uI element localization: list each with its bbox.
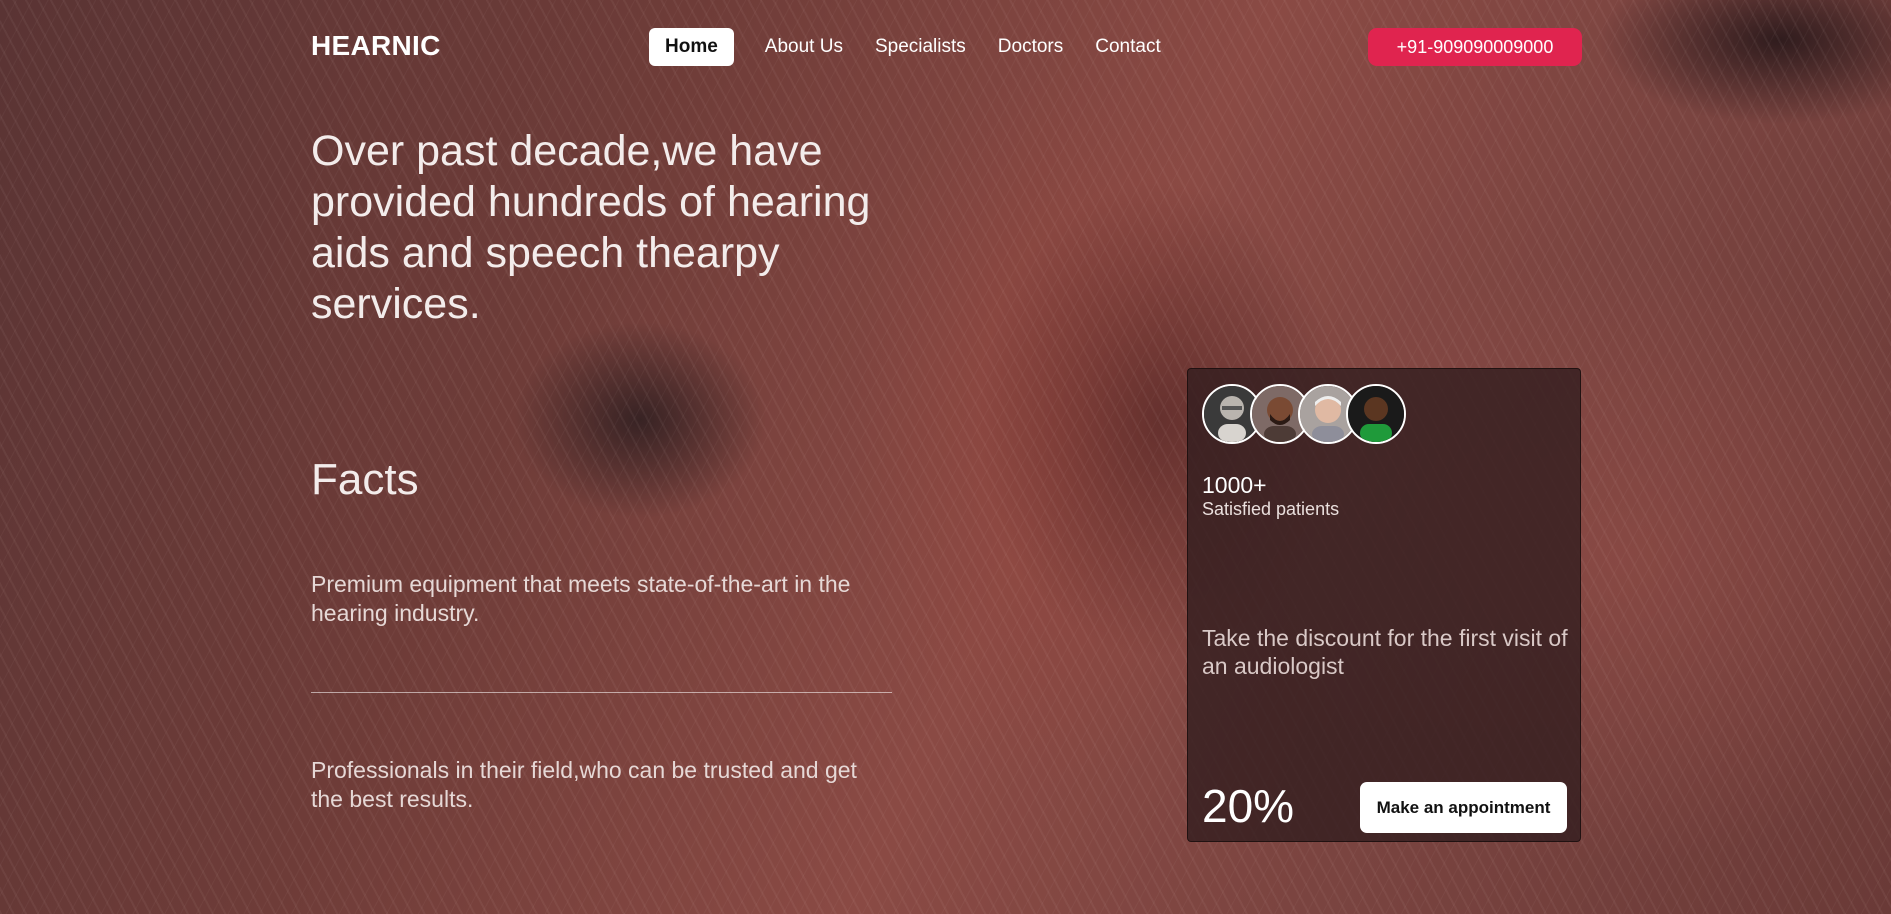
avatar-man-green-shirt [1346,384,1406,444]
nav-contact[interactable]: Contact [1095,28,1160,66]
nav-home[interactable]: Home [649,28,734,66]
discount-percent: 20% [1202,780,1295,832]
fact-item: Premium equipment that meets state-of-th… [311,571,851,626]
logo[interactable]: HEARNIC [311,30,441,62]
fact-item: Professionals in their field,who can be … [311,757,857,812]
divider [311,692,892,693]
patients-count: 1000+ [1202,472,1267,498]
nav-specialists[interactable]: Specialists [875,28,966,66]
make-appointment-button[interactable]: Make an appointment [1360,782,1567,833]
main-nav: Home About Us Specialists Doctors Contac… [649,28,1193,66]
patients-count-label: Satisfied patients [1202,499,1340,519]
background-photo [0,0,1891,914]
nav-about-us[interactable]: About Us [765,28,843,66]
facts-title: Facts [311,455,419,504]
phone-button[interactable]: +91-909090009000 [1368,28,1582,66]
avatar-group [1202,384,1406,444]
appointment-card: 1000+ Satisfied patients Take the discou… [1187,368,1581,842]
nav-doctors[interactable]: Doctors [998,28,1063,66]
hero-title: Over past decade,we have provided hundre… [311,127,871,328]
discount-text: Take the discount for the first visit of… [1202,625,1568,679]
